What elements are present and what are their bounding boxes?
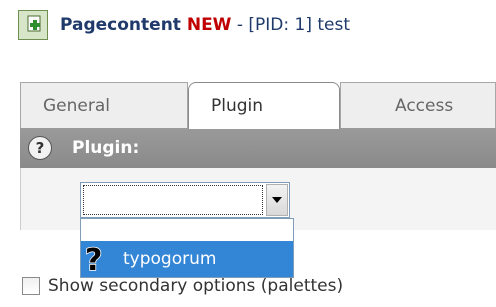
plugin-dropdown-list: ? typogorum bbox=[80, 218, 294, 279]
secondary-options-label[interactable]: Show secondary options (palettes) bbox=[48, 276, 343, 296]
tab-bar: General Plugin Access bbox=[20, 82, 496, 129]
chevron-down-icon[interactable] bbox=[266, 184, 288, 216]
tab-general[interactable]: General bbox=[20, 82, 188, 128]
plugin-section-header: ? Plugin: bbox=[20, 128, 496, 168]
secondary-options-checkbox[interactable] bbox=[22, 277, 40, 295]
title-new-badge: NEW bbox=[186, 15, 232, 35]
question-mark-icon: ? bbox=[83, 242, 111, 279]
tab-plugin[interactable]: Plugin bbox=[188, 82, 340, 129]
plugin-select-value[interactable] bbox=[83, 185, 263, 215]
plugin-field-label: Plugin: bbox=[72, 138, 140, 158]
record-header: Pagecontent NEW - [PID: 1] test bbox=[18, 10, 350, 40]
dropdown-option-empty[interactable] bbox=[81, 219, 293, 239]
secondary-options-row: Show secondary options (palettes) bbox=[22, 276, 343, 296]
dropdown-option-typogorum[interactable]: ? typogorum bbox=[81, 241, 293, 279]
svg-text:?: ? bbox=[85, 244, 102, 274]
page-content-icon bbox=[18, 10, 48, 40]
page-title: Pagecontent NEW - [PID: 1] test bbox=[60, 15, 350, 35]
title-record-info: - [PID: 1] test bbox=[231, 15, 350, 35]
tab-access[interactable]: Access bbox=[340, 82, 496, 128]
plugin-select[interactable] bbox=[80, 182, 290, 218]
title-type: Pagecontent bbox=[60, 15, 181, 35]
help-icon[interactable]: ? bbox=[28, 136, 52, 160]
dropdown-option-label: typogorum bbox=[123, 249, 217, 269]
